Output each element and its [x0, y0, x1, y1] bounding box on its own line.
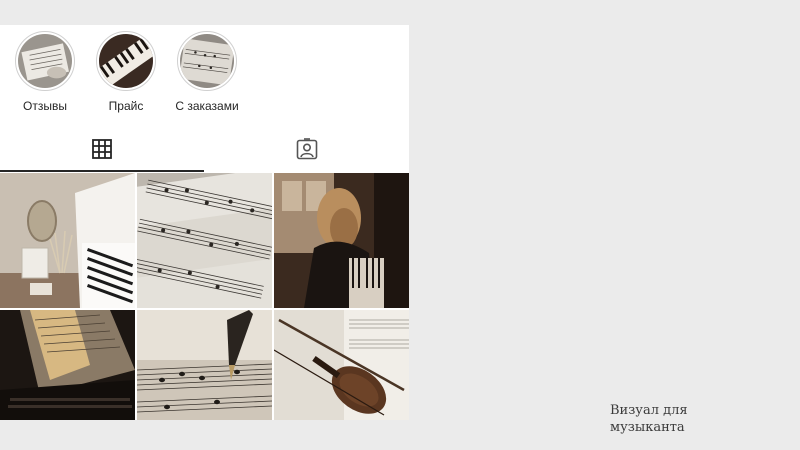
highlight-label: Прайс	[108, 99, 144, 113]
highlight-thumbnail-price	[99, 34, 153, 88]
post-thumbnail-piano-sunlight[interactable]	[0, 310, 135, 420]
active-tab-indicator	[0, 170, 204, 172]
post-thumbnail-fountain-pen[interactable]	[137, 310, 272, 420]
highlight-ring	[177, 31, 237, 91]
caption-line-1: Визуал для	[610, 403, 688, 418]
highlight-ring	[15, 31, 75, 91]
post-thumbnail-sheet-music[interactable]	[137, 173, 272, 308]
highlight-thumbnail-orders	[180, 34, 234, 88]
tab-posts-grid[interactable]	[0, 131, 204, 171]
post-thumbnail-pianist[interactable]	[274, 173, 409, 308]
highlight-with-orders[interactable]: С заказами	[167, 31, 247, 113]
highlight-reviews[interactable]: Отзывы	[5, 31, 85, 113]
story-highlights: Отзывы Прайс С заказами	[0, 25, 409, 120]
profile-panel: Отзывы Прайс С заказами	[0, 25, 409, 420]
highlight-price[interactable]: Прайс	[86, 31, 166, 113]
post-thumbnail-violin[interactable]	[274, 310, 409, 420]
highlight-ring	[96, 31, 156, 91]
highlight-label: Отзывы	[23, 99, 67, 113]
tagged-person-icon	[296, 137, 318, 165]
highlight-thumbnail-reviews	[18, 34, 72, 88]
post-thumbnail-piano-room[interactable]	[0, 173, 135, 308]
caption-text: Визуал для музыканта	[610, 402, 710, 436]
profile-tabs	[0, 131, 409, 173]
caption-line-2: музыканта	[610, 420, 685, 435]
highlight-label: С заказами	[175, 99, 239, 113]
posts-grid	[0, 173, 409, 420]
tab-tagged[interactable]	[205, 131, 409, 171]
grid-icon	[92, 138, 112, 164]
